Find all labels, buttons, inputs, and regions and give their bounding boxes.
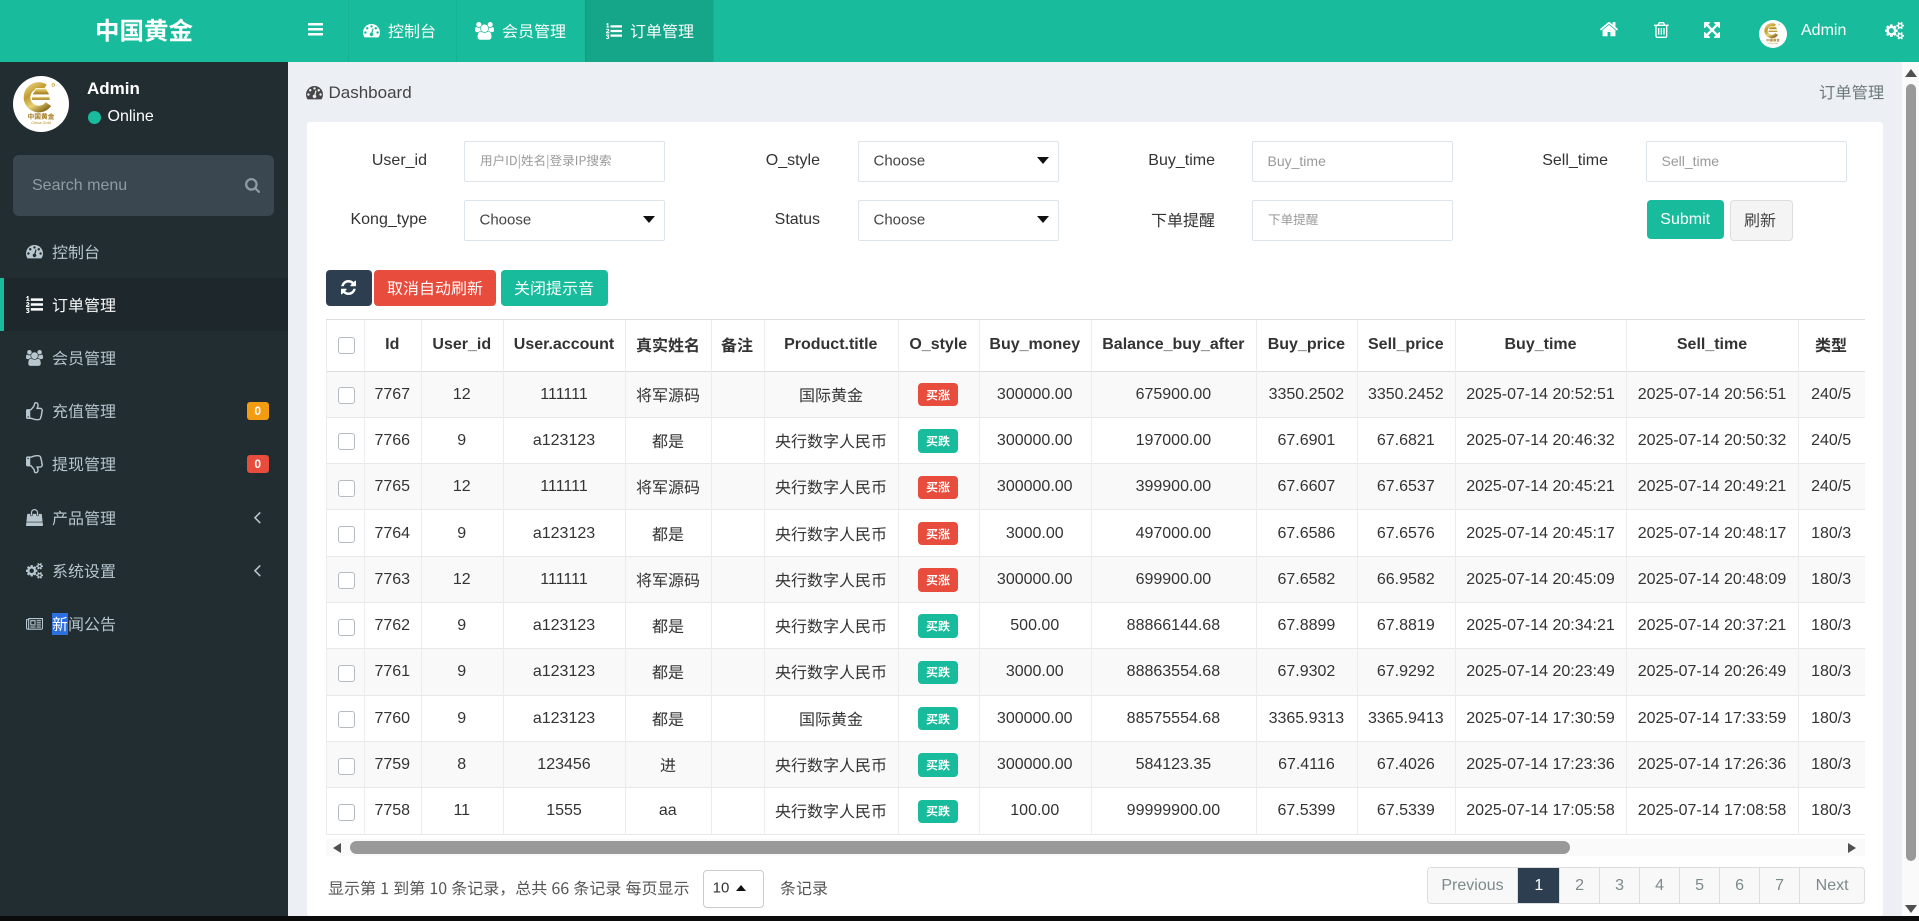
svg-text:China Gold: China Gold: [31, 120, 51, 125]
svg-text:China Gold: China Gold: [1768, 43, 1778, 45]
